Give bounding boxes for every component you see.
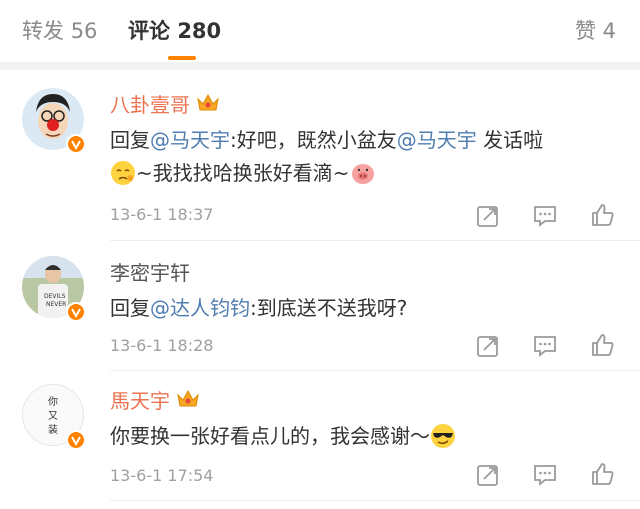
comment-timestamp: 13-6-1 17:54 bbox=[110, 466, 214, 485]
crown-icon bbox=[197, 93, 219, 111]
comment-icon[interactable] bbox=[532, 333, 558, 359]
svg-text:DEVILS: DEVILS bbox=[44, 293, 66, 300]
comment-author-name[interactable]: 馬天宇 bbox=[110, 385, 170, 414]
comment-author-name[interactable]: 八卦壹哥 bbox=[110, 89, 190, 118]
verified-icon bbox=[66, 134, 86, 154]
svg-text:又: 又 bbox=[48, 410, 58, 422]
mention-link[interactable]: @达人钧钧 bbox=[150, 296, 250, 320]
like-icon[interactable] bbox=[590, 332, 616, 358]
tab-like[interactable]: 赞 4 bbox=[575, 16, 616, 46]
verified-icon bbox=[66, 430, 86, 450]
comment-divider bbox=[110, 240, 640, 241]
comment-author-name[interactable]: 李密宇轩 bbox=[110, 257, 190, 286]
reply-prefix: 回复 bbox=[110, 128, 150, 152]
comment-icon[interactable] bbox=[532, 462, 558, 488]
svg-text:装: 装 bbox=[48, 423, 58, 436]
comment-timestamp: 13-6-1 18:28 bbox=[110, 336, 214, 355]
comment-tabs-bar: 转发 56 评论 280 赞 4 bbox=[0, 0, 640, 63]
emoji-pensive bbox=[111, 161, 135, 185]
share-icon[interactable] bbox=[475, 203, 501, 229]
like-icon[interactable] bbox=[590, 202, 616, 228]
svg-text:你: 你 bbox=[48, 395, 58, 408]
comment-text: 回复@马天宇:好吧，既然小盆友@马天宇 发话啦 ~我找找哈换张好看滴~ bbox=[110, 124, 625, 190]
crown-icon bbox=[177, 389, 199, 407]
comment-divider bbox=[110, 370, 640, 371]
tab-comment[interactable]: 评论 280 bbox=[128, 16, 221, 46]
share-icon[interactable] bbox=[475, 333, 501, 359]
tab-comment-count: 280 bbox=[177, 19, 222, 43]
comment-text-segment: :好吧，既然小盆友 bbox=[230, 128, 397, 152]
like-icon[interactable] bbox=[590, 461, 616, 487]
emoji-pig bbox=[351, 164, 374, 184]
tab-like-label: 赞 bbox=[574, 19, 596, 43]
comment-text-segment: 你要换一张好看点儿的，我会感谢～ bbox=[110, 424, 430, 448]
comment-icon[interactable] bbox=[532, 203, 558, 229]
verified-icon bbox=[66, 302, 86, 322]
emoji-sunglasses bbox=[431, 424, 455, 448]
comment-text-segment: 发话啦 bbox=[476, 128, 544, 152]
comment-text: 你要换一张好看点儿的，我会感谢～ bbox=[110, 420, 625, 453]
comment-timestamp: 13-6-1 18:37 bbox=[110, 205, 214, 224]
svg-text:NEVER: NEVER bbox=[46, 301, 66, 308]
mention-link[interactable]: @马天宇 bbox=[150, 128, 230, 152]
mention-link[interactable]: @马天宇 bbox=[397, 128, 477, 152]
comment-text-segment: :到底送不送我呀? bbox=[250, 296, 408, 320]
tab-comment-label: 评论 bbox=[128, 19, 170, 43]
comment-divider bbox=[110, 500, 640, 501]
tab-repost-label: 转发 bbox=[22, 19, 64, 43]
active-tab-indicator bbox=[168, 56, 196, 60]
tab-repost[interactable]: 转发 56 bbox=[22, 16, 97, 46]
tab-like-count: 4 bbox=[602, 19, 616, 43]
comment-text: 回复@达人钧钧:到底送不送我呀? bbox=[110, 292, 625, 325]
tab-repost-count: 56 bbox=[70, 19, 98, 43]
section-separator bbox=[0, 62, 640, 70]
share-icon[interactable] bbox=[475, 462, 501, 488]
reply-prefix: 回复 bbox=[110, 296, 150, 320]
comment-text-segment: ~我找找哈换张好看滴~ bbox=[136, 161, 350, 185]
